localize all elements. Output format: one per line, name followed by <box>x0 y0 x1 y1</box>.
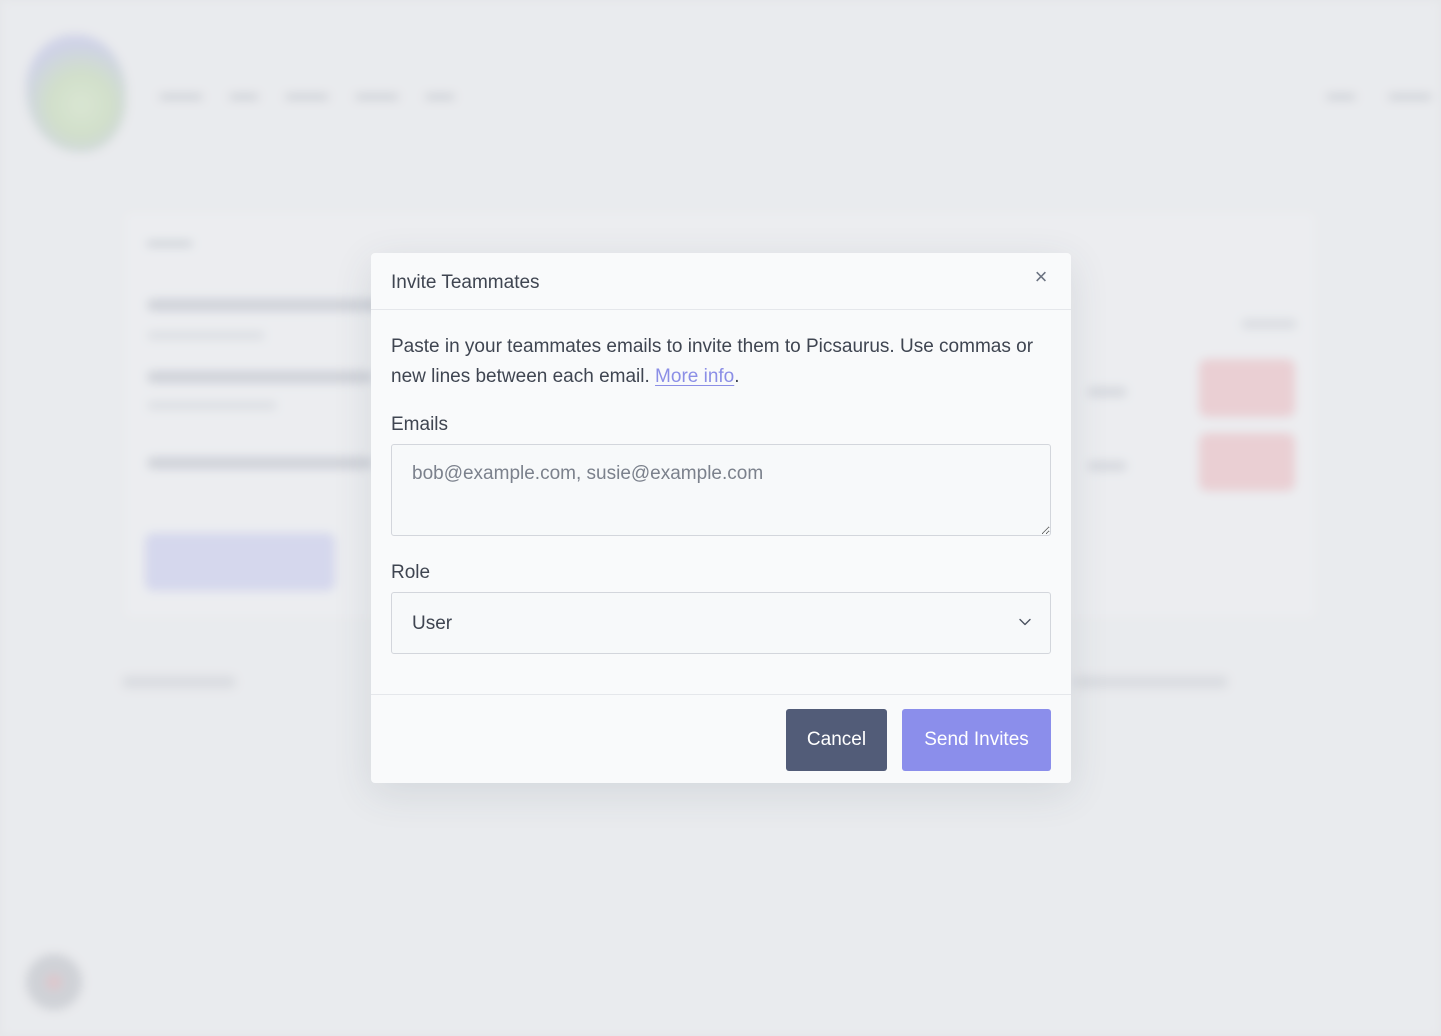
modal-body: Paste in your teammates emails to invite… <box>371 310 1071 654</box>
emails-label: Emails <box>391 414 449 435</box>
role-select-value: User <box>412 613 453 634</box>
invite-teammates-modal: Invite Teammates × Paste in your teammat… <box>371 253 1071 783</box>
role-label: Role <box>391 562 431 583</box>
send-invites-button[interactable]: Send Invites <box>902 709 1051 771</box>
cancel-button[interactable]: Cancel <box>786 709 887 771</box>
role-select[interactable]: User <box>391 592 1051 654</box>
modal-title: Invite Teammates <box>391 272 540 293</box>
close-icon[interactable]: × <box>1031 266 1051 288</box>
intro-text: Paste in your teammates emails to invite… <box>391 332 1051 392</box>
modal-header: Invite Teammates × <box>371 253 1071 310</box>
more-info-link[interactable]: More info <box>655 366 734 387</box>
chevron-down-icon <box>1019 618 1031 626</box>
modal-footer: Cancel Send Invites <box>371 694 1071 783</box>
emails-input[interactable] <box>391 444 1051 536</box>
intro-text-end: . <box>734 366 740 387</box>
